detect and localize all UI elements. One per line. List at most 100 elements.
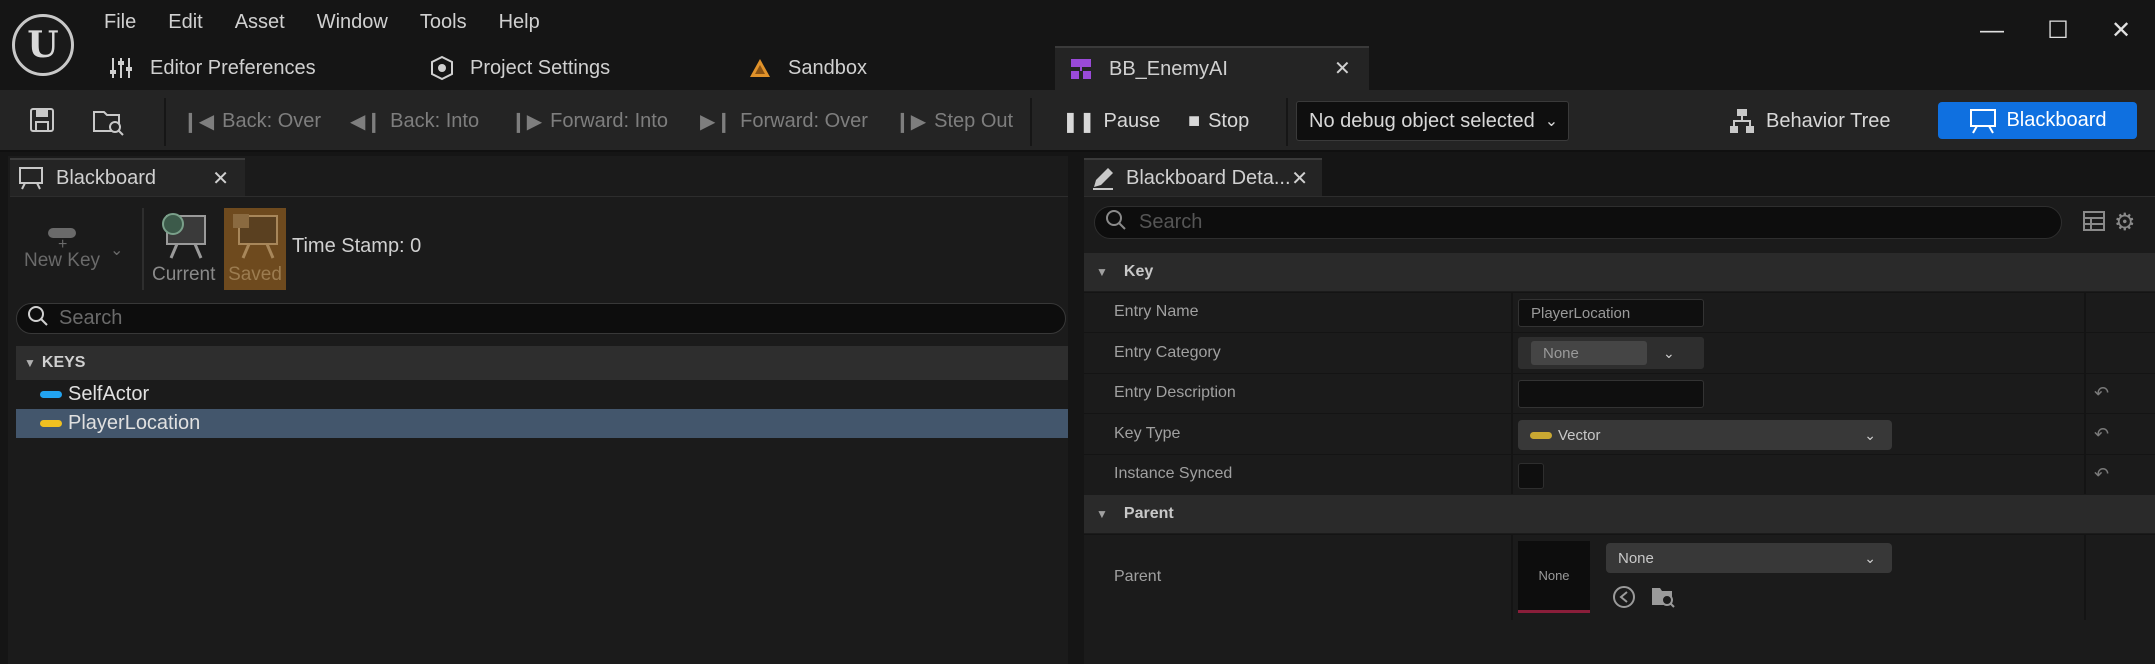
keys-category-header[interactable]: ▼ KEYS (16, 346, 1068, 380)
browse-icon[interactable] (92, 106, 126, 138)
saved-label: Saved (228, 264, 282, 285)
column-divider (2084, 535, 2086, 620)
tab-sandbox[interactable]: Sandbox (746, 46, 867, 90)
parent-asset-thumbnail[interactable]: None (1518, 541, 1590, 613)
key-type-select[interactable]: Vector ⌄ (1518, 420, 1892, 450)
menu-help[interactable]: Help (483, 8, 556, 36)
key-row-selfactor[interactable]: SelfActor (16, 380, 1068, 409)
tab-bb-enemyai[interactable]: BB_EnemyAI (1055, 46, 1369, 90)
menu-window[interactable]: Window (301, 8, 404, 36)
column-divider (2084, 293, 2086, 332)
forward-over-icon: ▶❙ (700, 110, 733, 133)
pause-button[interactable]: ❚❚ Pause (1062, 102, 1160, 140)
back-into-button[interactable]: ◀❙ Back: Into (350, 102, 479, 140)
menu-file[interactable]: File (104, 8, 152, 36)
step-out-button[interactable]: ❙▶ Step Out (894, 102, 1013, 140)
saved-snapshot-button[interactable]: Saved (224, 208, 286, 290)
blackboard-details-tab[interactable]: Blackboard Deta... ✕ (1084, 158, 1322, 196)
back-over-button[interactable]: ❙◀ Back: Over (182, 102, 321, 140)
prop-row-entry-description: Entry Description ↶ (1084, 373, 2155, 413)
prop-row-entry-category: Entry Category None ⌄ (1084, 332, 2155, 373)
forward-into-icon: ❙▶ (510, 110, 543, 133)
menu-edit[interactable]: Edit (152, 8, 218, 36)
pause-icon: ❚❚ (1062, 110, 1096, 133)
keys-search-input[interactable]: Search (16, 303, 1066, 334)
unreal-logo-icon[interactable]: U (12, 14, 74, 76)
key-label: SelfActor (68, 383, 150, 405)
save-icon[interactable] (28, 106, 58, 136)
panel-splitter[interactable] (1068, 156, 1074, 664)
column-divider (1511, 414, 1513, 454)
reset-to-default-icon[interactable]: ↶ (2094, 464, 2109, 485)
chevron-down-icon: ⌄ (1864, 549, 1876, 566)
close-tab-icon[interactable]: ✕ (1291, 166, 1308, 191)
key-category-header[interactable]: ▼ Key (1084, 253, 2155, 291)
menu-asset[interactable]: Asset (219, 8, 301, 36)
column-divider (1511, 455, 1513, 494)
collapse-triangle-icon: ▼ (1096, 265, 1108, 279)
use-selected-asset-icon[interactable] (1612, 585, 1636, 609)
behavior-tree-label: Behavior Tree (1766, 109, 1891, 132)
current-snapshot-button[interactable]: Current (152, 208, 215, 290)
column-divider (2084, 374, 2086, 413)
entry-description-input[interactable] (1518, 380, 1704, 408)
minimize-icon[interactable]: — (1972, 14, 2012, 48)
debug-object-select[interactable]: No debug object selected ⌄ (1296, 101, 1569, 141)
close-tab-icon[interactable]: ✕ (212, 166, 229, 191)
entry-name-value: PlayerLocation (1531, 304, 1631, 322)
tab-label: BB_EnemyAI (1109, 57, 1228, 80)
tab-project-settings[interactable]: Project Settings (428, 46, 610, 90)
column-divider (1511, 374, 1513, 413)
sliders-icon (108, 54, 136, 82)
prop-label: Instance Synced (1114, 465, 1233, 482)
blackboard-mode-button[interactable]: Blackboard (1938, 102, 2137, 139)
tab-editor-preferences[interactable]: Editor Preferences (108, 46, 316, 90)
reset-to-default-icon[interactable]: ↶ (2094, 424, 2109, 445)
toolbar-separator (164, 98, 166, 146)
gear-cube-icon (428, 54, 456, 82)
prop-row-key-type: Key Type Vector ⌄ ↶ (1084, 413, 2155, 454)
maximize-icon[interactable]: ☐ (2038, 14, 2078, 48)
details-search-input[interactable]: Search (1094, 206, 2062, 239)
key-label: PlayerLocation (68, 412, 201, 434)
prop-label: Parent (1114, 568, 1162, 585)
key-row-playerlocation[interactable]: PlayerLocation (16, 409, 1068, 438)
monitor-saved-icon (229, 210, 281, 260)
new-key-label: New Key (24, 250, 101, 271)
blackboard-asset-icon (1067, 55, 1095, 83)
blackboard-icon (1968, 107, 1998, 135)
prop-label: Entry Description (1114, 384, 1236, 401)
forward-over-button[interactable]: ▶❙ Forward: Over (700, 102, 868, 140)
browse-asset-icon[interactable] (1650, 583, 1675, 608)
entry-category-value: None (1543, 344, 1579, 362)
close-window-icon[interactable]: ✕ (2101, 14, 2141, 48)
column-divider (2084, 414, 2086, 454)
prop-label: Key Type (1114, 425, 1181, 442)
menu-tools[interactable]: Tools (404, 8, 483, 36)
category-label: Parent (1123, 505, 1174, 522)
parent-asset-select[interactable]: None ⌄ (1606, 543, 1892, 573)
new-key-button[interactable]: + New Key ⌄ (22, 222, 132, 282)
reset-to-default-icon[interactable]: ↶ (2094, 383, 2109, 404)
column-divider (2084, 455, 2086, 494)
panel-tab-label: Blackboard (56, 166, 157, 189)
gear-icon[interactable]: ⚙ (2114, 208, 2142, 236)
blackboard-panel-tab[interactable]: Blackboard ✕ (10, 158, 245, 196)
behavior-tree-icon (1728, 107, 1756, 135)
entry-name-input[interactable]: PlayerLocation (1518, 299, 1704, 327)
category-label: Key (1123, 263, 1154, 280)
behavior-tree-mode-button[interactable]: Behavior Tree (1728, 101, 1891, 141)
entry-category-select[interactable]: None ⌄ (1518, 337, 1704, 369)
menu-bar: File Edit Asset Window Tools Help (104, 8, 556, 36)
close-tab-icon[interactable]: ✕ (1334, 56, 1351, 81)
prop-row-instance-synced: Instance Synced ↶ (1084, 454, 2155, 494)
search-placeholder: Search (1139, 211, 1203, 233)
object-key-type-icon (40, 391, 62, 398)
table-view-icon[interactable] (2082, 210, 2108, 236)
stop-button[interactable]: ■ Stop (1188, 102, 1249, 140)
blackboard-icon (18, 166, 44, 190)
forward-into-button[interactable]: ❙▶ Forward: Into (510, 102, 668, 140)
parent-category-header[interactable]: ▼ Parent (1084, 495, 2155, 533)
instance-synced-checkbox[interactable] (1518, 463, 1544, 489)
tab-label: Editor Preferences (150, 56, 316, 79)
